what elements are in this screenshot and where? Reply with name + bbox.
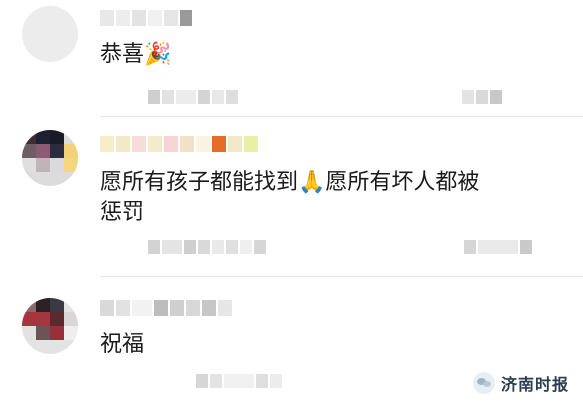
comment-text-2: 愿所有孩子都能找到🙏愿所有坏人都被 惩罚 — [100, 168, 479, 228]
comment-text: 祝福 — [100, 332, 145, 357]
comment-text-part-a: 愿所有孩子都能找到 — [100, 170, 299, 195]
comment-item-1: 恭喜🎉 — [0, 0, 583, 120]
comment-item-2: 愿所有孩子都能找到🙏愿所有坏人都被 惩罚 — [0, 118, 583, 278]
comment-text-part-b: 愿所有坏人都被 — [325, 170, 480, 195]
comment-text-1: 恭喜🎉 — [100, 40, 171, 70]
party-popper-icon: 🎉 — [144, 42, 172, 67]
meta-blurred-1 — [148, 90, 238, 104]
username-blurred-3[interactable] — [100, 300, 232, 316]
meta-blurred-2 — [148, 240, 266, 254]
comment-text: 恭喜 — [100, 42, 145, 67]
comment-text-3: 祝福 — [100, 330, 144, 360]
meta-actions-blurred-2[interactable] — [464, 240, 532, 254]
watermark-label: 济南时报 — [500, 375, 569, 394]
avatar-3[interactable] — [22, 298, 78, 354]
avatar-2[interactable] — [22, 130, 78, 186]
username-blurred-2[interactable] — [100, 136, 258, 152]
divider — [100, 276, 583, 277]
divider — [100, 116, 583, 117]
wechat-icon — [472, 372, 495, 394]
watermark: 济南时报 — [472, 371, 569, 395]
meta-actions-blurred-1[interactable] — [462, 90, 502, 104]
meta-blurred-3 — [196, 374, 282, 388]
avatar-1[interactable] — [22, 6, 78, 62]
username-blurred-1[interactable] — [100, 10, 192, 26]
folded-hands-icon: 🙏 — [298, 170, 326, 195]
comment-text-line-2: 惩罚 — [100, 200, 145, 225]
